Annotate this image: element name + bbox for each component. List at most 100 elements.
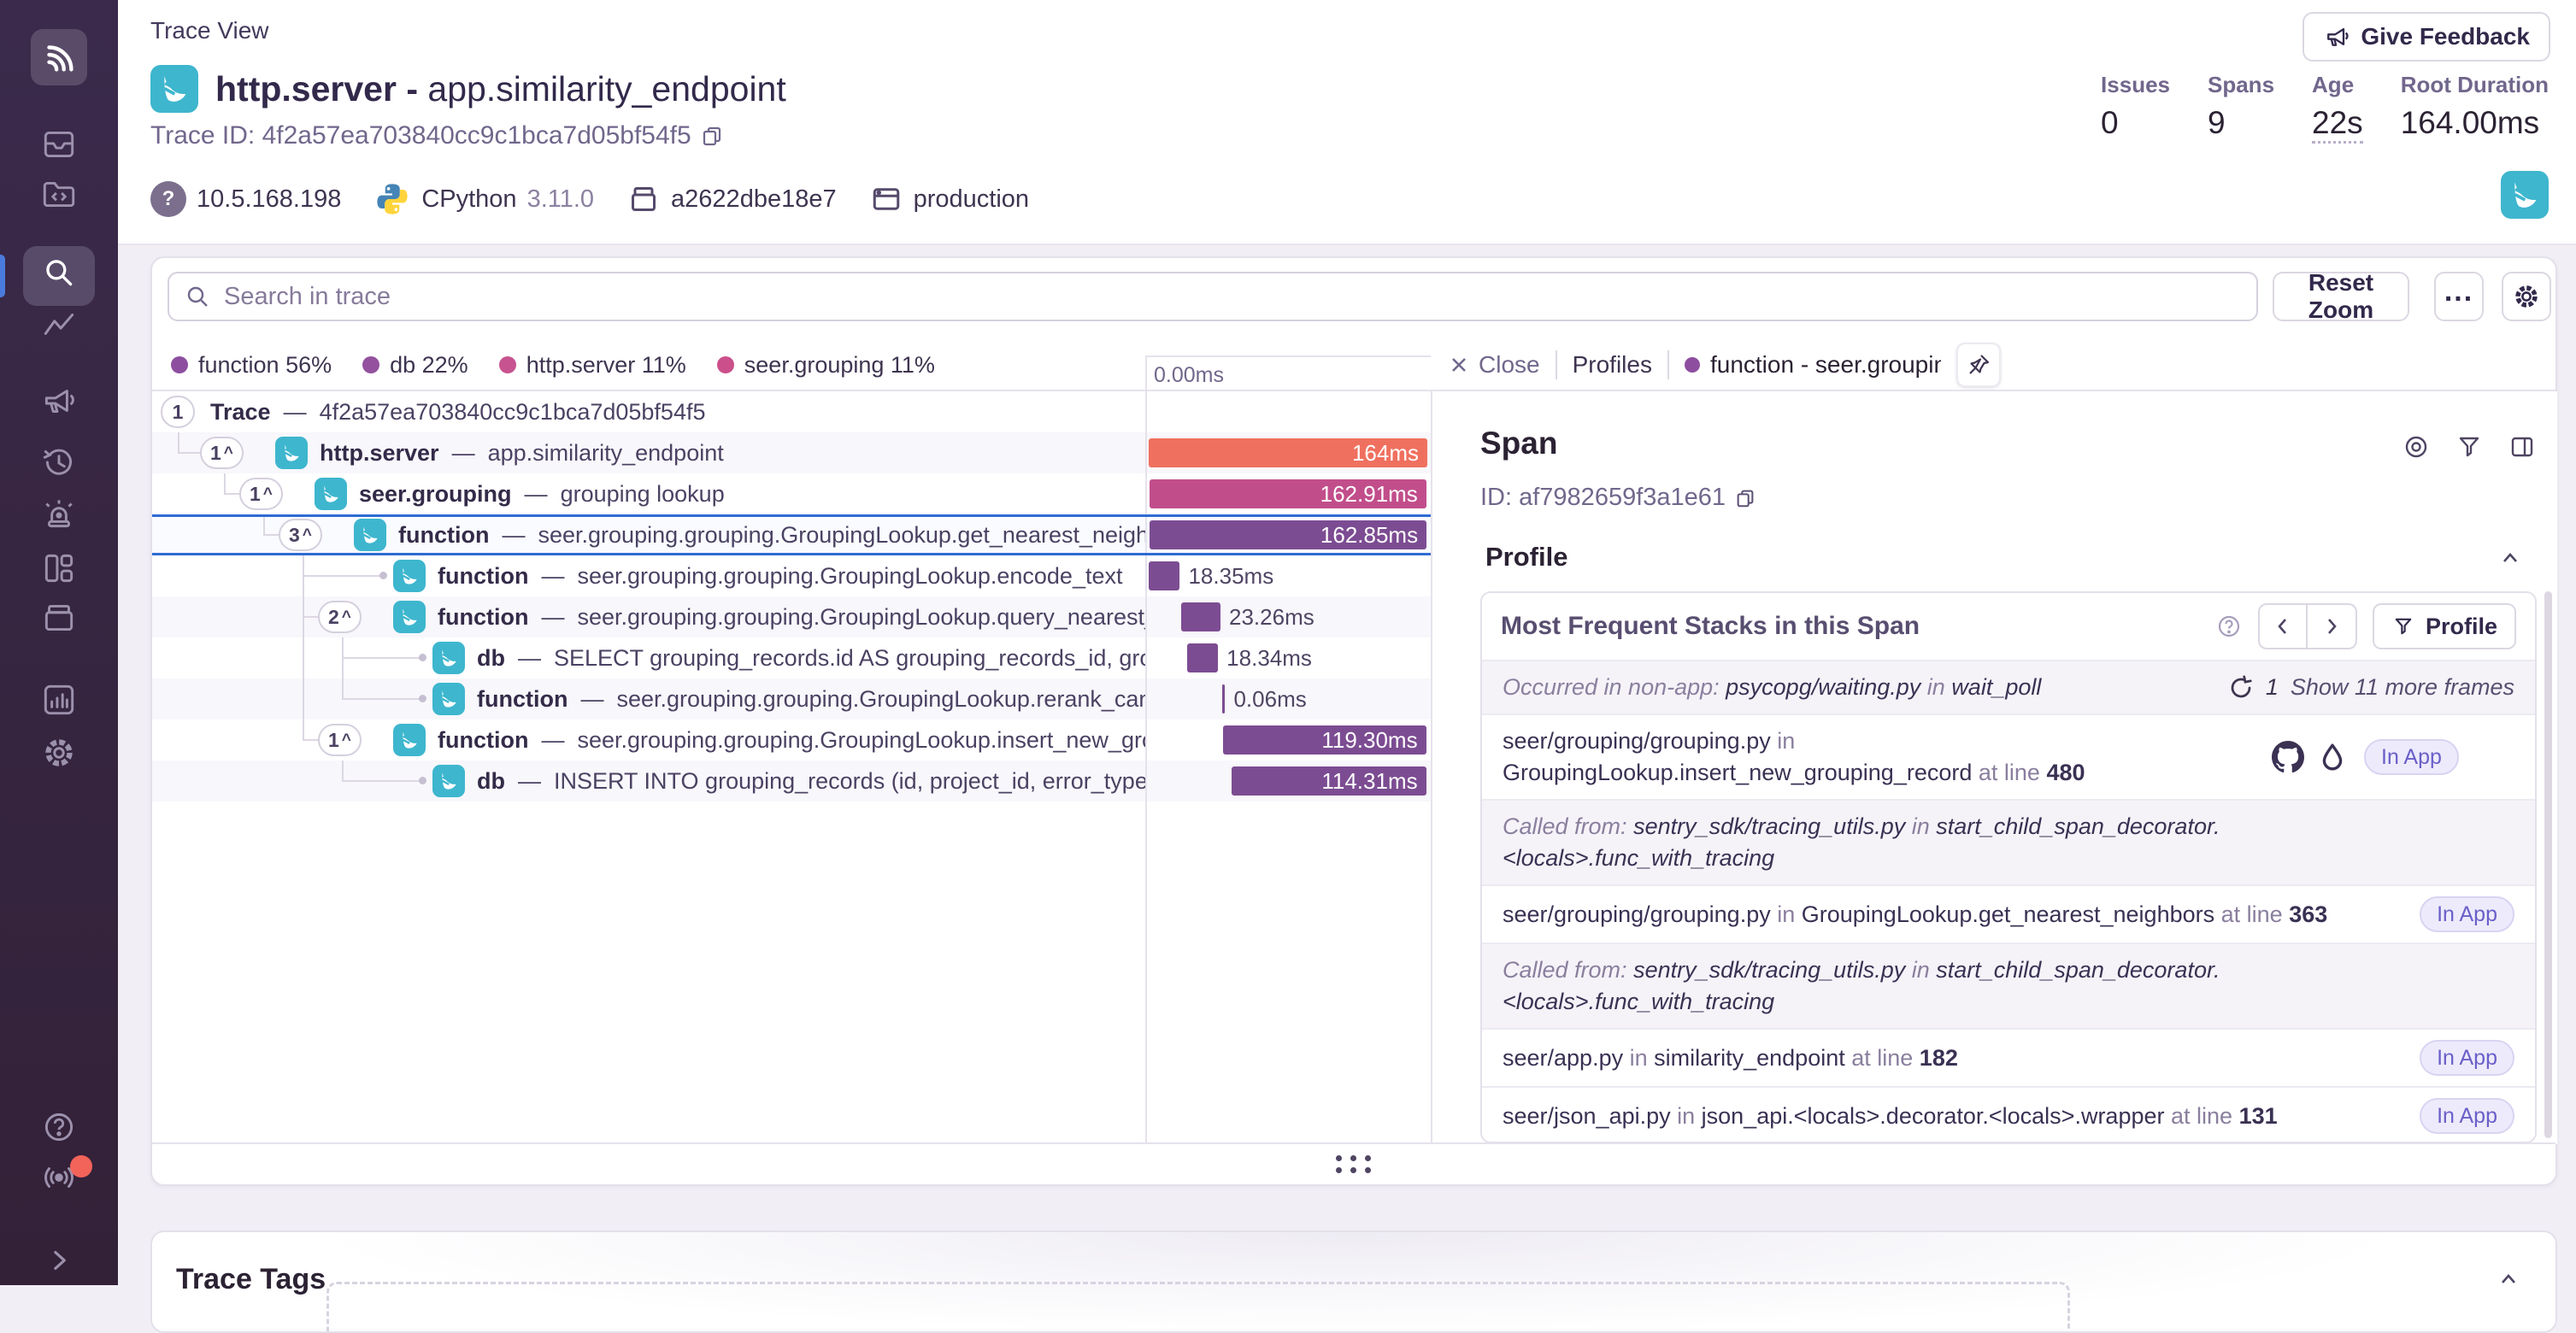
tree-connector bbox=[178, 452, 200, 454]
reset-zoom-button[interactable]: Reset Zoom bbox=[2273, 272, 2409, 321]
stack-frame-row[interactable]: seer/grouping/grouping.py in GroupingLoo… bbox=[1482, 713, 2535, 799]
seer-icon[interactable] bbox=[2318, 743, 2347, 772]
span-row[interactable]: 1^seer.grouping — grouping lookup162.91m… bbox=[152, 473, 1431, 514]
github-icon[interactable] bbox=[2272, 741, 2304, 773]
sidebar-item-issues-inbox[interactable] bbox=[0, 125, 118, 164]
duration-bar[interactable] bbox=[1181, 602, 1220, 631]
profile-section-title: Profile bbox=[1485, 542, 1567, 573]
open-profile-button[interactable]: Profile bbox=[2373, 603, 2516, 649]
span-title: Trace — 4f2a57ea703840cc9c1bca7d05bf54f5 bbox=[210, 391, 706, 432]
duration-label: 114.31ms bbox=[1232, 766, 1426, 796]
stat-root-duration: Root Duration164.00ms bbox=[2401, 72, 2549, 144]
tab-profiles[interactable]: Profiles bbox=[1573, 351, 1652, 379]
more-options-button[interactable]: ... bbox=[2434, 272, 2484, 321]
span-row[interactable]: 3^function — seer.grouping.grouping.Grou… bbox=[152, 514, 1431, 555]
stat-value: 0 bbox=[2101, 105, 2170, 141]
called-from-row[interactable]: Called from: sentry_sdk/tracing_utils.py… bbox=[1482, 942, 2535, 1028]
sidebar-item-stats[interactable] bbox=[0, 680, 118, 719]
occurred-text: Occurred in non-app: psycopg/waiting.py … bbox=[1503, 672, 2211, 703]
span-count-pill[interactable]: 1^ bbox=[318, 724, 362, 756]
span-row[interactable]: 1^function — seer.grouping.grouping.Grou… bbox=[152, 719, 1431, 760]
copy-icon[interactable] bbox=[1734, 487, 1756, 509]
tree-lane-divider[interactable] bbox=[1145, 391, 1147, 1144]
span-row[interactable]: 2^function — seer.grouping.grouping.Grou… bbox=[152, 596, 1431, 637]
lane-panel-divider[interactable] bbox=[1431, 391, 1432, 1144]
sidebar-item-megaphone[interactable] bbox=[0, 381, 118, 420]
sidebar-item-sentry-logo[interactable] bbox=[0, 29, 118, 85]
panel-scrollbar[interactable] bbox=[2544, 591, 2552, 1138]
copy-icon[interactable] bbox=[700, 124, 724, 148]
give-feedback-button[interactable]: Give Feedback bbox=[2303, 12, 2550, 62]
sidebar-item-replays-clock[interactable] bbox=[0, 443, 118, 482]
meta-tag[interactable]: a2622dbe18e7 bbox=[626, 182, 837, 216]
legend-item-db: db 22% bbox=[362, 352, 468, 379]
meta-tag[interactable]: ?10.5.168.198 bbox=[150, 181, 341, 217]
sidebar-item-explore-folder[interactable] bbox=[0, 174, 118, 214]
span-count-pill[interactable]: 1^ bbox=[200, 437, 244, 469]
sidebar-item-projects-box[interactable] bbox=[0, 598, 118, 637]
next-stack-button[interactable] bbox=[2308, 603, 2357, 649]
projects-box-icon bbox=[39, 598, 79, 637]
settings-gear-button[interactable] bbox=[2502, 272, 2551, 321]
stack-frame-row[interactable]: seer/grouping/grouping.py in GroupingLoo… bbox=[1482, 884, 2535, 942]
search-input[interactable] bbox=[222, 282, 2241, 312]
sidebar-item-collapse-chevron[interactable] bbox=[0, 1241, 118, 1280]
project-icon bbox=[150, 65, 198, 113]
meta-tag[interactable]: CPython3.11.0 bbox=[373, 180, 594, 218]
span-count-pill[interactable]: 2^ bbox=[318, 601, 362, 633]
trace-tags-row: ?10.5.168.198 CPython3.11.0 a2622dbe18e7 pr… bbox=[150, 174, 1029, 224]
sidebar-item-alerts-siren[interactable] bbox=[0, 494, 118, 533]
span-row[interactable]: db — SELECT grouping_records.id AS group… bbox=[152, 637, 1431, 678]
sidebar-item-dashboards[interactable] bbox=[0, 549, 118, 588]
span-count-pill[interactable]: 1 bbox=[161, 396, 195, 428]
meta-tag[interactable]: production bbox=[869, 182, 1029, 216]
sidebar-item-broadcast[interactable] bbox=[0, 1157, 118, 1196]
detail-panel-tabs: Close Profiles function - seer.grouping.… bbox=[1431, 338, 2559, 391]
explore-folder-icon bbox=[39, 174, 79, 214]
span-count-pill[interactable]: 1^ bbox=[239, 478, 283, 510]
duration-bar[interactable] bbox=[1149, 561, 1179, 590]
page-title: http.server - app.similarity_endpoint bbox=[215, 69, 786, 109]
span-row[interactable]: function — seer.grouping.grouping.Groupi… bbox=[152, 678, 1431, 719]
span-row[interactable]: 1 Trace — 4f2a57ea703840cc9c1bca7d05bf54f… bbox=[152, 391, 1431, 432]
tab-separator bbox=[1667, 350, 1669, 379]
tab-span-active[interactable]: function - seer.grouping.grouping.G… bbox=[1685, 351, 1941, 379]
called-from-row[interactable]: Called from: sentry_sdk/tracing_utils.py… bbox=[1482, 799, 2535, 884]
prev-stack-button[interactable] bbox=[2258, 603, 2308, 649]
span-title: function — seer.grouping.grouping.Groupi… bbox=[477, 678, 1145, 719]
search-box[interactable] bbox=[168, 272, 2258, 321]
span-row[interactable]: 1^http.server — app.similarity_endpoint1… bbox=[152, 432, 1431, 473]
stack-frame-row[interactable]: seer/app.py in similarity_endpoint at li… bbox=[1482, 1028, 2535, 1086]
span-op-icon bbox=[354, 519, 386, 551]
focus-circle-icon[interactable] bbox=[2402, 432, 2431, 461]
project-avatar[interactable] bbox=[2501, 171, 2549, 219]
duration-bar[interactable] bbox=[1187, 643, 1218, 672]
sidebar-item-search[interactable] bbox=[0, 253, 118, 292]
funnel-icon[interactable] bbox=[2455, 432, 2484, 461]
pin-tab-button[interactable] bbox=[1956, 343, 2001, 387]
help-icon[interactable] bbox=[2215, 613, 2243, 640]
span-row[interactable]: function — seer.grouping.grouping.Groupi… bbox=[152, 555, 1431, 596]
span-count-pill[interactable]: 3^ bbox=[279, 519, 322, 551]
span-duration-cell: 18.35ms bbox=[1145, 555, 1431, 596]
span-detail-panel: Span ID: af7982659f3a1e61 Profile Most F bbox=[1432, 391, 2557, 1144]
megaphone-icon bbox=[39, 381, 79, 420]
issues-inbox-icon bbox=[39, 125, 79, 164]
drag-handle-icon[interactable] bbox=[1336, 1155, 1372, 1174]
sidebar-item-settings-gear[interactable] bbox=[0, 733, 118, 772]
frame-text: seer/grouping/grouping.py in GroupingLoo… bbox=[1503, 899, 2403, 931]
stack-frame-row[interactable]: seer/json_api.py in json_api.<locals>.de… bbox=[1482, 1086, 2535, 1143]
sidebar-item-insights-graph[interactable] bbox=[0, 306, 118, 345]
show-more-frames-link[interactable]: Show 11 more frames bbox=[2291, 674, 2514, 701]
refresh-icon[interactable] bbox=[2228, 675, 2254, 701]
side-panel-icon[interactable] bbox=[2508, 432, 2537, 461]
chevron-up-icon[interactable] bbox=[2496, 1266, 2521, 1292]
tree-connector bbox=[224, 493, 239, 495]
chevron-up-icon[interactable] bbox=[2497, 545, 2523, 571]
sidebar-item-help[interactable] bbox=[0, 1107, 118, 1147]
tab-close[interactable]: Close bbox=[1448, 351, 1540, 379]
occurred-row[interactable]: Occurred in non-app: psycopg/waiting.py … bbox=[1482, 660, 2535, 713]
stat-value[interactable]: 22s bbox=[2312, 105, 2363, 144]
duration-bar[interactable] bbox=[1222, 684, 1225, 713]
span-row[interactable]: db — INSERT INTO grouping_records (id, p… bbox=[152, 760, 1431, 802]
